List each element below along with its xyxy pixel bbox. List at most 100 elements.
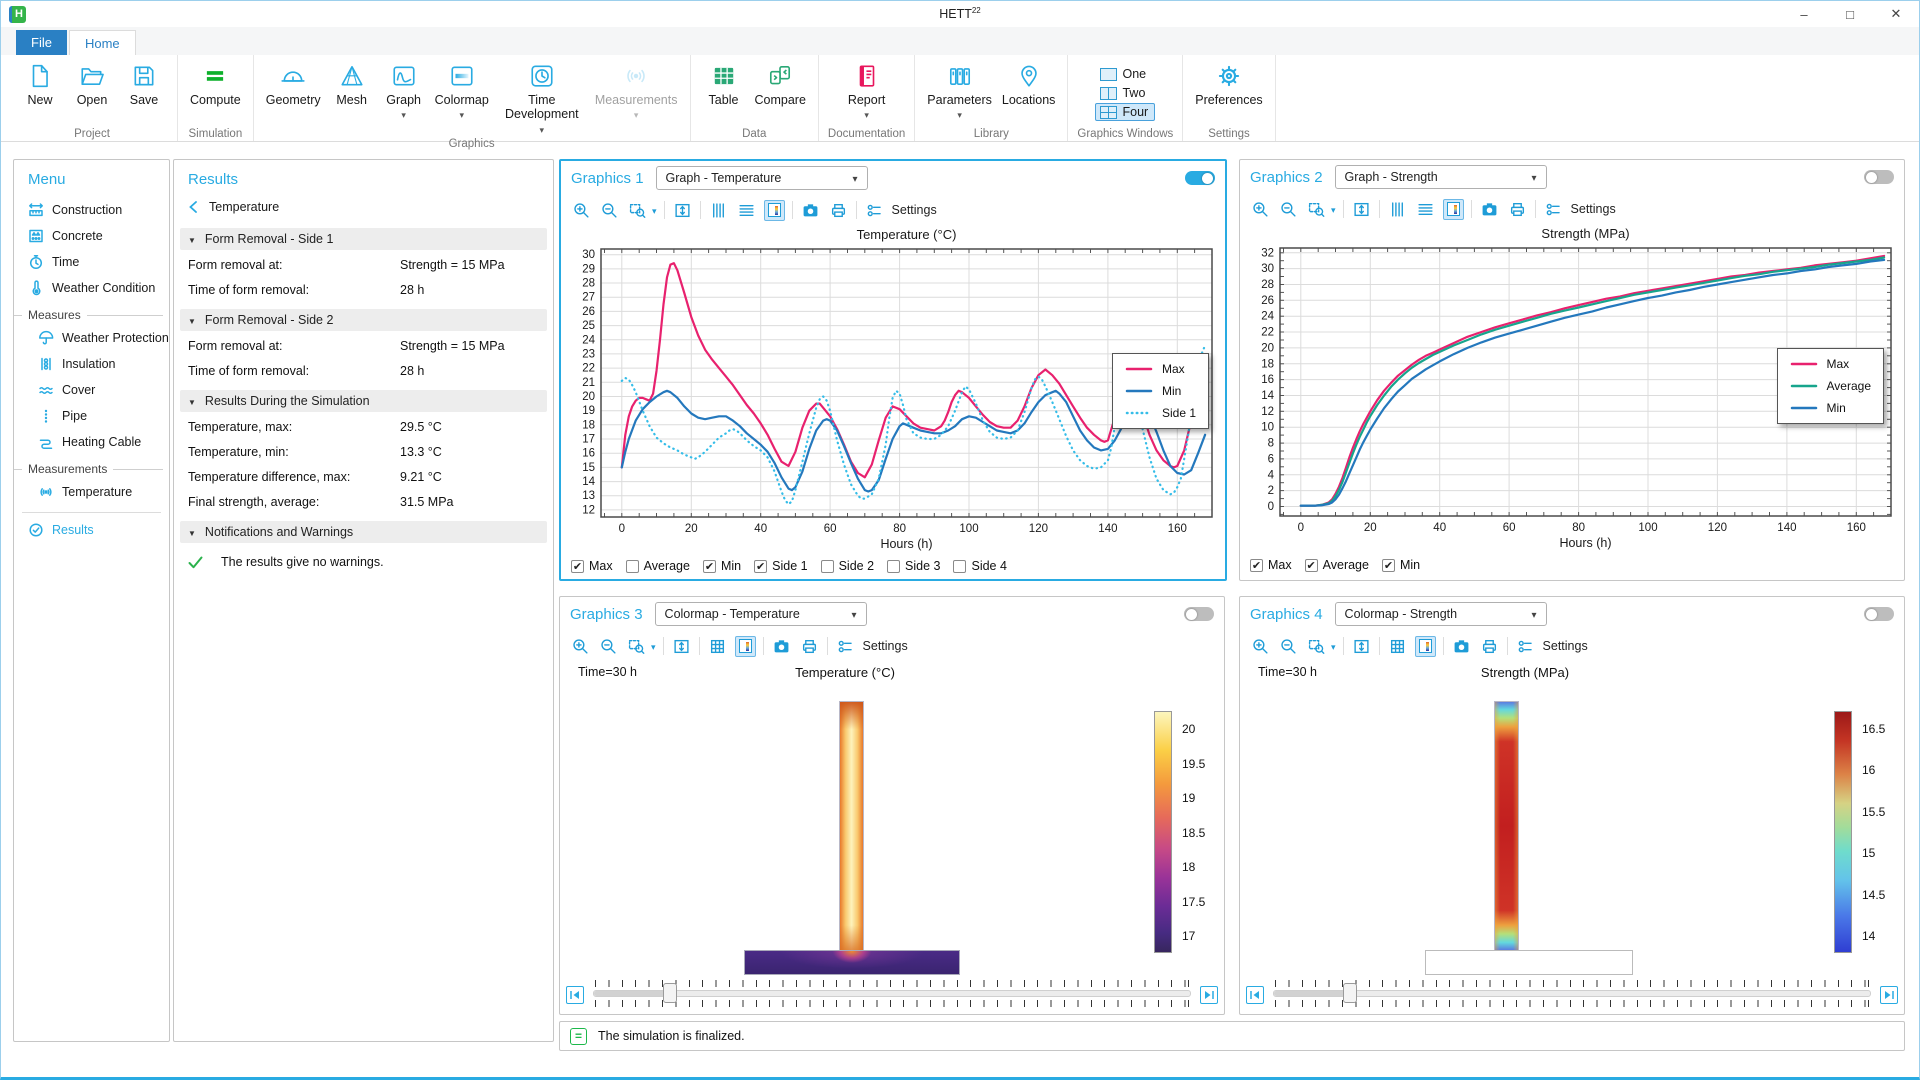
settings-icon[interactable] [835,636,856,657]
legend-toggle-icon[interactable] [1415,636,1436,657]
locations-button[interactable]: Locations [999,58,1059,109]
zoom-extents-icon[interactable] [671,636,692,657]
y-gridlines-icon[interactable] [736,200,757,221]
tab-file[interactable]: File [16,30,67,55]
settings-icon[interactable] [864,200,885,221]
layout-four-button[interactable]: Four [1095,103,1155,121]
graphics-2-toggle[interactable] [1864,170,1894,184]
zoom-out-icon[interactable] [1278,199,1299,220]
time-slider-handle[interactable] [1343,983,1357,1003]
chart-legend[interactable]: MaxMinSide 1 [1112,353,1209,429]
camera-icon[interactable] [771,636,792,657]
compute-button[interactable]: Compute [187,58,244,109]
x-gridlines-icon[interactable] [708,200,729,221]
camera-icon[interactable] [1479,199,1500,220]
settings-label[interactable]: Settings [1543,639,1588,653]
series-checkbox-side-1[interactable]: ✔Side 1 [754,559,807,573]
zoom-box-icon[interactable] [627,200,648,221]
graphics-4-view-dropdown[interactable]: Colormap - Strength [1335,602,1547,626]
parameters-button[interactable]: Parameters [924,58,995,123]
step-back-button[interactable] [566,986,584,1004]
series-checkbox-side-4[interactable]: Side 4 [953,559,1006,573]
series-checkbox-side-2[interactable]: Side 2 [821,559,874,573]
series-checkbox-average[interactable]: Average [626,559,690,573]
step-back-button[interactable] [1246,986,1264,1004]
time-slider-handle[interactable] [663,983,677,1003]
mesh-grid-icon[interactable] [707,636,728,657]
settings-icon[interactable] [1515,636,1536,657]
section-header-results-during-simulation[interactable]: Results During the Simulation [180,390,547,412]
sidebar-item-time[interactable]: Time [14,249,169,275]
zoom-in-icon[interactable] [571,200,592,221]
graphics-1-view-dropdown[interactable]: Graph - Temperature [656,166,868,190]
legend-toggle-icon[interactable] [764,200,785,221]
series-checkbox-max[interactable]: ✔Max [1250,558,1292,572]
graph-button[interactable]: Graph [380,58,428,123]
section-header-notifications[interactable]: Notifications and Warnings [180,521,547,543]
sidebar-item-weather-condition[interactable]: Weather Condition [14,275,169,301]
graphics-4-toggle[interactable] [1864,607,1894,621]
graphics-3-toggle[interactable] [1184,607,1214,621]
camera-icon[interactable] [1451,636,1472,657]
sidebar-item-weather-protection[interactable]: Weather Protection [14,325,169,351]
zoom-extents-icon[interactable] [1351,199,1372,220]
layout-one-button[interactable]: One [1095,65,1155,83]
y-gridlines-icon[interactable] [1415,199,1436,220]
zoom-extents-icon[interactable] [672,200,693,221]
mesh-button[interactable]: Mesh [328,58,376,109]
sidebar-item-results[interactable]: Results [14,517,169,543]
step-forward-button[interactable] [1880,986,1898,1004]
zoom-box-dropdown[interactable] [1334,202,1336,216]
graphics-3-view-dropdown[interactable]: Colormap - Temperature [655,602,867,626]
layout-two-button[interactable]: Two [1095,84,1155,102]
zoom-out-icon[interactable] [599,200,620,221]
step-forward-button[interactable] [1200,986,1218,1004]
settings-label[interactable]: Settings [863,639,908,653]
maximize-button[interactable]: □ [1827,1,1873,27]
zoom-out-icon[interactable] [598,636,619,657]
compare-button[interactable]: Compare [752,58,809,109]
series-checkbox-side-3[interactable]: Side 3 [887,559,940,573]
sidebar-item-insulation[interactable]: Insulation [14,351,169,377]
print-icon[interactable] [828,200,849,221]
camera-icon[interactable] [800,200,821,221]
graphics-1-toggle[interactable] [1185,171,1215,185]
section-header-form-removal-2[interactable]: Form Removal - Side 2 [180,309,547,331]
series-checkbox-max[interactable]: ✔Max [571,559,613,573]
zoom-box-dropdown[interactable] [655,203,657,217]
new-button[interactable]: New [16,58,64,109]
print-icon[interactable] [1479,636,1500,657]
settings-icon[interactable] [1543,199,1564,220]
settings-label[interactable]: Settings [892,203,937,217]
section-header-form-removal-1[interactable]: Form Removal - Side 1 [180,228,547,250]
sidebar-item-heating-cable[interactable]: Heating Cable [14,429,169,455]
zoom-out-icon[interactable] [1278,636,1299,657]
zoom-in-icon[interactable] [570,636,591,657]
settings-label[interactable]: Settings [1571,202,1616,216]
legend-toggle-icon[interactable] [1443,199,1464,220]
x-gridlines-icon[interactable] [1387,199,1408,220]
sidebar-item-construction[interactable]: Construction [14,197,169,223]
chart-legend[interactable]: MaxAverageMin [1777,348,1884,424]
zoom-box-dropdown[interactable] [654,639,656,653]
series-checkbox-min[interactable]: ✔Min [703,559,741,573]
time-slider[interactable] [593,979,1191,1013]
tab-home[interactable]: Home [69,30,136,55]
time-development-button[interactable]: Time Development [496,58,588,138]
zoom-box-icon[interactable] [1306,636,1327,657]
close-button[interactable]: ✕ [1873,1,1919,27]
geometry-button[interactable]: Geometry [263,58,324,109]
colormap-button[interactable]: Colormap [432,58,492,123]
results-back-row[interactable]: Temperature [174,195,553,221]
mesh-grid-icon[interactable] [1387,636,1408,657]
report-button[interactable]: Report [843,58,891,123]
preferences-button[interactable]: Preferences [1192,58,1265,109]
zoom-box-icon[interactable] [626,636,647,657]
time-slider[interactable] [1273,979,1871,1013]
open-button[interactable]: Open [68,58,116,109]
zoom-in-icon[interactable] [1250,636,1271,657]
table-button[interactable]: Table [700,58,748,109]
zoom-box-icon[interactable] [1306,199,1327,220]
print-icon[interactable] [799,636,820,657]
legend-toggle-icon[interactable] [735,636,756,657]
